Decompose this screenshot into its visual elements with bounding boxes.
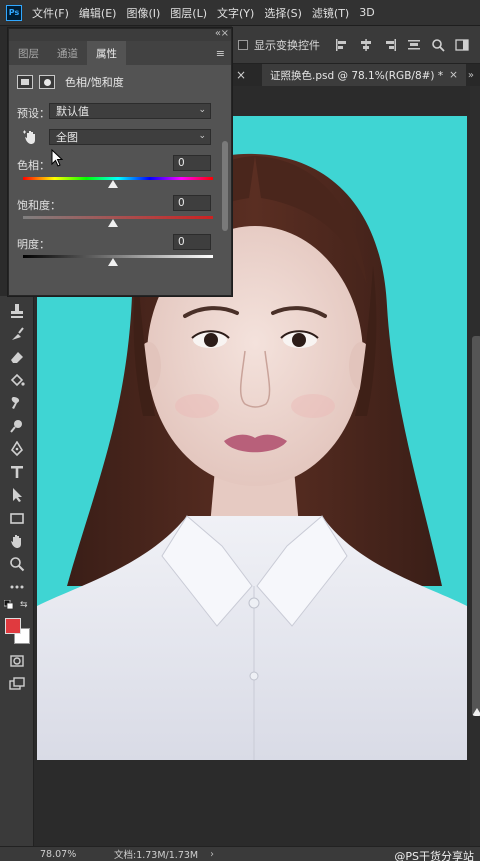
foreground-color-swatch[interactable] [5,618,21,634]
properties-panel: « × 图层 通道 属性 ≡ 色相/饱和度 预设： 默认值 ⌄ 全图 ⌄ 色相：… [8,28,232,296]
lightness-slider-track[interactable] [23,255,213,258]
pen-icon[interactable] [8,440,26,458]
smudge-icon[interactable] [8,394,26,412]
type-tool-icon[interactable] [8,463,26,481]
menu-file[interactable]: 文件(F) [32,5,69,21]
status-menu-arrow-icon[interactable]: › [210,849,214,860]
preset-dropdown[interactable]: 默认值 ⌄ [49,103,211,119]
menu-filter[interactable]: 滤镜(T) [312,5,349,21]
document-tab-close-icon[interactable]: × [449,69,458,81]
targeted-adjustment-hand-icon[interactable] [23,129,39,149]
more-tools-icon[interactable] [8,578,26,596]
adjustment-header: 色相/饱和度 [17,71,124,93]
panel-scrollbar[interactable] [221,89,229,289]
saturation-value-field[interactable]: 0 [173,195,211,211]
paint-bucket-icon[interactable] [8,371,26,389]
previous-tab-close-icon[interactable]: × [236,68,250,82]
document-tab[interactable]: 证照换色.psd @ 78.1%(RGB/8#) * × [262,64,466,86]
mouse-cursor-icon [51,148,64,170]
chevron-down-icon: ⌄ [198,131,206,141]
saturation-label: 饱和度： [17,199,61,212]
align-left-icon[interactable] [334,37,350,53]
path-select-icon[interactable] [8,486,26,504]
menu-3d[interactable]: 3D [359,6,374,19]
document-tab-title: 证照换色.psd @ 78.1%(RGB/8#) * [270,69,444,82]
menu-layer[interactable]: 图层(L) [170,5,207,21]
default-colors-icon[interactable] [3,599,14,610]
preset-label: 预设： [17,107,50,120]
adjustment-layer-icon[interactable] [17,75,33,89]
dodge-icon[interactable] [8,417,26,435]
menu-type[interactable]: 文字(Y) [217,5,254,21]
document-size: 文档:1.73M/1.73M [114,850,199,861]
distribute-icon[interactable] [406,37,422,53]
menu-image[interactable]: 图像(I) [126,5,160,21]
watermark-text: @PS干货分享站 [394,850,474,861]
lightness-value-field[interactable]: 0 [173,234,211,250]
tab-properties[interactable]: 属性 [87,41,126,65]
align-center-icon[interactable] [358,37,374,53]
history-brush-icon[interactable] [8,325,26,343]
lightness-value: 0 [178,236,185,248]
hue-value: 0 [178,157,185,169]
status-bar: 78.07% 文档:1.73M/1.73M › @PS干货分享站 [0,846,480,861]
menu-bar: Ps 文件(F) 编辑(E) 图像(I) 图层(L) 文字(Y) 选择(S) 滤… [0,0,480,26]
show-transform-label: 显示变换控件 [254,38,320,52]
tab-channels[interactable]: 通道 [48,41,87,65]
align-right-icon[interactable] [382,37,398,53]
adjustment-title: 色相/饱和度 [65,76,124,89]
zoom-level[interactable]: 78.07% [40,849,110,860]
lightness-label: 明度： [17,238,50,251]
hue-slider-track[interactable] [23,177,213,180]
hand-icon[interactable] [8,532,26,550]
menu-select[interactable]: 选择(S) [264,5,302,21]
saturation-value: 0 [178,197,185,209]
menu-edit[interactable]: 编辑(E) [79,5,117,21]
workspace-icon[interactable] [454,37,470,53]
tab-overflow-icon[interactable]: » [468,70,474,81]
stamp-tool-icon[interactable] [8,302,26,320]
search-icon[interactable] [430,37,446,53]
rectangle-icon[interactable] [8,509,26,527]
eraser-icon[interactable] [8,348,26,366]
swap-colors-icon[interactable]: ⇆ [20,600,30,610]
hue-value-field[interactable]: 0 [173,155,211,171]
options-bar: 显示变换控件 [232,26,480,64]
range-value: 全图 [56,131,78,144]
tab-layers[interactable]: 图层 [9,41,48,65]
panel-tabs: 图层 通道 属性 ≡ [9,41,231,65]
screen-mode-icon[interactable] [8,675,26,693]
chevron-down-icon: ⌄ [198,105,206,115]
zoom-icon[interactable] [8,555,26,573]
photoshop-logo-icon: Ps [6,4,22,21]
panel-menu-icon[interactable]: ≡ [216,41,225,65]
tools-panel: ⇆ [0,296,34,846]
panel-scroll-thumb[interactable] [222,141,228,231]
document-tab-bar: × 证照换色.psd @ 78.1%(RGB/8#) * × » [232,64,480,86]
preset-value: 默认值 [56,105,89,118]
canvas-vertical-scrollbar[interactable] [470,86,480,846]
hue-label: 色相： [17,159,50,172]
panel-header-strip: « × [9,28,231,41]
saturation-slider-track[interactable] [23,216,213,219]
canvas-scroll-thumb[interactable] [472,336,480,716]
saturation-slider-thumb[interactable] [108,219,118,227]
show-transform-checkbox[interactable] [238,39,248,50]
hue-slider-thumb[interactable] [108,180,118,188]
quick-mask-icon[interactable] [8,652,26,670]
lightness-slider-thumb[interactable] [108,258,118,266]
range-dropdown[interactable]: 全图 ⌄ [49,129,211,145]
panel-close-icon[interactable]: × [221,28,229,39]
layer-mask-icon[interactable] [39,75,55,89]
